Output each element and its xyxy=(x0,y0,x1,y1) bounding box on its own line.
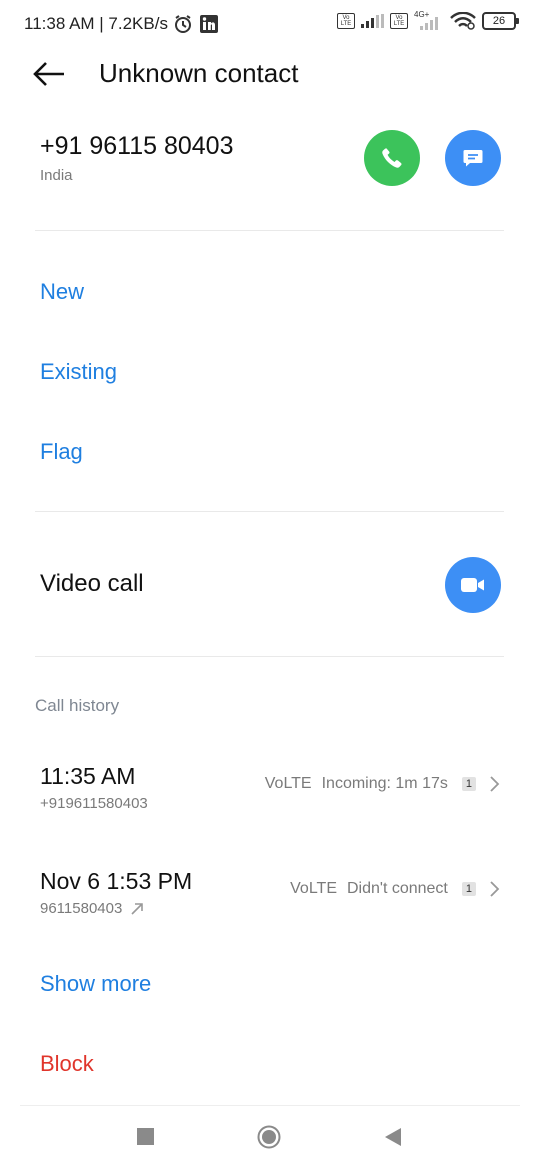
phone-icon xyxy=(382,148,402,168)
volte-sim2-icon: Vo LTE xyxy=(390,13,408,29)
alarm-icon xyxy=(175,15,191,33)
country-label: India xyxy=(40,167,73,184)
call-number-row: 9611580403 xyxy=(40,900,144,917)
call-history-row[interactable]: Nov 6 1:53 PM 9611580403 VoLTE Didn't co… xyxy=(0,860,540,926)
call-status: Incoming: 1m 17s xyxy=(321,775,448,792)
sim-badge: 1 xyxy=(461,882,476,896)
existing-contact-button[interactable]: Existing xyxy=(40,359,117,385)
signal-icon xyxy=(361,14,384,28)
message-button[interactable] xyxy=(445,130,501,186)
message-icon xyxy=(463,150,483,167)
video-call-button[interactable] xyxy=(445,557,501,613)
block-button[interactable]: Block xyxy=(40,1051,94,1077)
back-arrow-icon[interactable] xyxy=(30,56,70,92)
call-time: Nov 6 1:53 PM xyxy=(40,868,193,894)
flag-button[interactable]: Flag xyxy=(40,439,83,465)
divider xyxy=(35,230,504,231)
call-details: VoLTE Incoming: 1m 17s 1 xyxy=(265,775,500,793)
status-time: 11:38 AM | 7.2KB/s xyxy=(24,14,168,33)
video-camera-icon xyxy=(461,578,484,592)
divider xyxy=(35,511,504,512)
call-number: +919611580403 xyxy=(40,795,148,812)
status-icons: Vo LTE Vo LTE 4G+ 26 xyxy=(337,10,519,30)
call-time: 11:35 AM xyxy=(40,763,136,789)
call-history-heading: Call history xyxy=(35,696,120,715)
volte-sim1-icon: Vo LTE xyxy=(337,13,355,29)
page-title: Unknown contact xyxy=(99,58,299,88)
divider xyxy=(35,656,504,657)
battery-icon: 26 xyxy=(482,12,519,30)
call-button[interactable] xyxy=(364,130,420,186)
call-details: VoLTE Didn't connect 1 xyxy=(290,880,500,898)
new-contact-button[interactable]: New xyxy=(40,279,84,305)
chevron-right-icon xyxy=(490,776,500,792)
linkedin-icon xyxy=(200,15,218,33)
show-more-button[interactable]: Show more xyxy=(40,971,151,997)
sim-badge: 1 xyxy=(461,777,476,791)
call-number: 9611580403 xyxy=(40,900,123,917)
call-history-row[interactable]: 11:35 AM +919611580403 VoLTE Incoming: 1… xyxy=(0,755,540,821)
back-triangle-icon[interactable] xyxy=(383,1126,403,1148)
recents-square-icon[interactable] xyxy=(137,1128,154,1145)
signal-4g-icon: 4G+ xyxy=(414,10,444,30)
wifi-icon xyxy=(450,12,476,30)
chevron-right-icon xyxy=(490,881,500,897)
outgoing-call-icon xyxy=(131,902,144,915)
call-network: VoLTE xyxy=(290,880,337,897)
call-network: VoLTE xyxy=(264,775,312,792)
home-circle-icon[interactable] xyxy=(257,1125,281,1149)
video-call-label: Video call xyxy=(40,570,144,597)
phone-number: +91 96115 80403 xyxy=(40,132,234,160)
nav-divider xyxy=(20,1105,520,1106)
call-status: Didn't connect xyxy=(346,880,448,897)
